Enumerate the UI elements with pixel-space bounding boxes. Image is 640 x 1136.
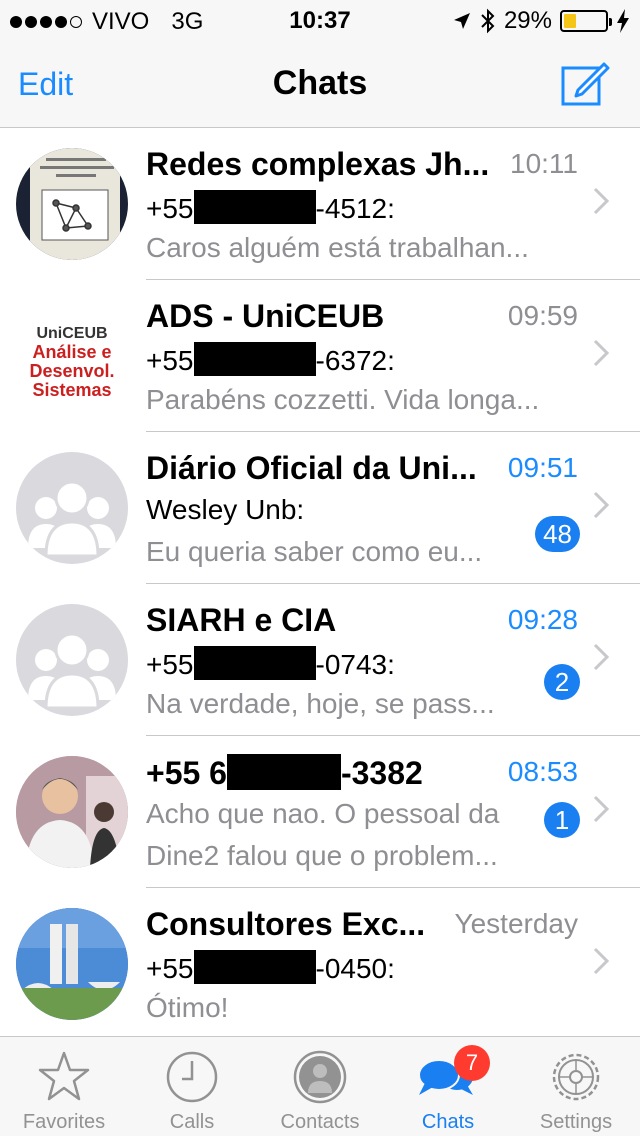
unread-badge: 48 [535, 516, 580, 552]
name-suffix: -3382 [340, 755, 423, 791]
chat-name: SIARH e CIA [146, 602, 337, 638]
location-arrow-icon [453, 13, 470, 29]
chat-preview: Eu queria saber como eu... [146, 536, 483, 567]
congress-photo [16, 908, 128, 1020]
chat-sender: +55 -4512: [146, 190, 395, 225]
sender-suffix: -0743: [315, 649, 395, 680]
tab-label: Calls [169, 1111, 215, 1133]
gear-icon [552, 1053, 600, 1101]
tab-bar: Favorites Calls Contacts 7 Chats Setting… [0, 1036, 640, 1136]
unread-badge: 2 [544, 664, 580, 700]
chevron-right-icon [593, 491, 610, 519]
compose-icon[interactable] [560, 58, 610, 108]
star-icon [38, 1051, 90, 1101]
chat-list[interactable]: Redes complexas Jh... 10:11 +55 -4512: Ca… [0, 128, 640, 1036]
chat-row[interactable]: Consultores Exc... Yesterday +55 -0450: Ó… [0, 888, 640, 1036]
status-right-group: 29% [452, 7, 630, 35]
sender-prefix: +55 [146, 649, 194, 680]
tab-label: Contacts [280, 1111, 360, 1133]
tab-favorites[interactable]: Favorites [0, 1037, 128, 1136]
tab-label: Chats [421, 1111, 475, 1133]
sender-prefix: +55 [146, 953, 194, 984]
chat-row[interactable]: Diário Oficial da Uni... 09:51 Wesley Un… [0, 432, 640, 584]
chevron-right-icon [593, 795, 610, 823]
chat-row[interactable]: +55 6 -3382 08:53 Acho que nao. O pessoal… [0, 736, 640, 888]
chat-time: 09:51 [507, 452, 578, 483]
chat-name: Diário Oficial da Uni... [146, 450, 477, 486]
chat-sender: +55 -6372: [146, 342, 395, 377]
status-bar: VIVO 3G 10:37 29% [0, 0, 640, 40]
tab-contacts[interactable]: Contacts [256, 1037, 384, 1136]
chat-preview: Acho que nao. O pessoal da [146, 798, 500, 829]
chat-time: 08:53 [507, 756, 578, 787]
group-placeholder-icon [28, 480, 116, 558]
chat-row[interactable]: Redes complexas Jh... 10:11 +55 -4512: Ca… [0, 128, 640, 280]
redaction-bar [193, 646, 316, 680]
chat-name: +55 6 -3382 [146, 754, 423, 792]
bluetooth-icon [481, 8, 495, 34]
chevron-right-icon [593, 643, 610, 671]
avatar [16, 908, 128, 1020]
contact-icon [293, 1050, 347, 1104]
chat-preview: Caros alguém está trabalhan... [146, 232, 529, 263]
book-cover-image [30, 148, 120, 260]
logo-line: UniCEUB [36, 325, 108, 342]
chat-preview: Dine2 falou que o problem... [146, 840, 498, 871]
chat-preview: Parabéns cozzetti. Vida longa... [146, 384, 540, 415]
battery-icon [560, 10, 612, 32]
sender-suffix: -0450: [315, 953, 395, 984]
logo-line: Sistemas [32, 380, 112, 400]
chevron-right-icon [593, 339, 610, 367]
avatar [16, 452, 128, 564]
chat-sender: +55 -0743: [146, 646, 395, 681]
tab-label: Favorites [22, 1111, 106, 1133]
uniceub-logo: UniCEUB Análise e Desenvol. Sistemas [16, 324, 128, 400]
sender-suffix: -4512: [315, 193, 395, 224]
chat-time: 10:11 [510, 148, 578, 179]
sender-prefix: +55 [146, 193, 194, 224]
sender-suffix: -6372: [315, 345, 395, 376]
chat-time: Yesterday [454, 908, 579, 939]
tab-calls[interactable]: Calls [128, 1037, 256, 1136]
redaction-bar [193, 342, 316, 376]
tab-chats[interactable]: 7 Chats [384, 1037, 512, 1136]
chat-time: 09:59 [507, 300, 578, 331]
group-placeholder-icon [28, 632, 116, 710]
chat-sender: +55 -0450: [146, 950, 395, 985]
chat-row[interactable]: SIARH e CIA 09:28 +55 -0743: Na verdade, … [0, 584, 640, 736]
tab-settings[interactable]: Settings [512, 1037, 640, 1136]
chat-preview: Ótimo! [146, 992, 229, 1023]
avatar: UniCEUB Análise e Desenvol. Sistemas [16, 300, 128, 412]
navigation-bar: Edit Chats [0, 40, 640, 128]
logo-line: Análise e [32, 342, 112, 362]
chevron-right-icon [593, 947, 610, 975]
clock-icon [166, 1051, 218, 1103]
charging-bolt-icon [617, 9, 629, 33]
tab-label: Settings [539, 1111, 613, 1133]
avatar [16, 148, 128, 260]
chat-name: Consultores Exc... [146, 906, 426, 942]
page-title: Chats [272, 64, 368, 102]
unread-badge: 1 [544, 802, 580, 838]
tab-badge: 7 [454, 1045, 490, 1081]
chat-name: Redes complexas Jh... [146, 146, 490, 182]
sender-prefix: +55 [146, 345, 194, 376]
redaction-bar [193, 190, 316, 224]
chat-name: ADS - UniCEUB [146, 298, 385, 334]
redaction-bar [193, 950, 316, 984]
name-prefix: +55 6 [146, 755, 227, 791]
redaction-bar [226, 754, 341, 790]
chat-row[interactable]: UniCEUB Análise e Desenvol. Sistemas ADS… [0, 280, 640, 432]
person-photo [16, 756, 128, 868]
chat-preview: Na verdade, hoje, se pass... [146, 688, 495, 719]
logo-line: Desenvol. [29, 361, 115, 381]
chat-time: 09:28 [507, 604, 578, 635]
battery-percent: 29% [503, 7, 552, 34]
avatar [16, 756, 128, 868]
chat-sender: Wesley Unb: [146, 494, 305, 525]
avatar [16, 604, 128, 716]
chevron-right-icon [593, 187, 610, 215]
